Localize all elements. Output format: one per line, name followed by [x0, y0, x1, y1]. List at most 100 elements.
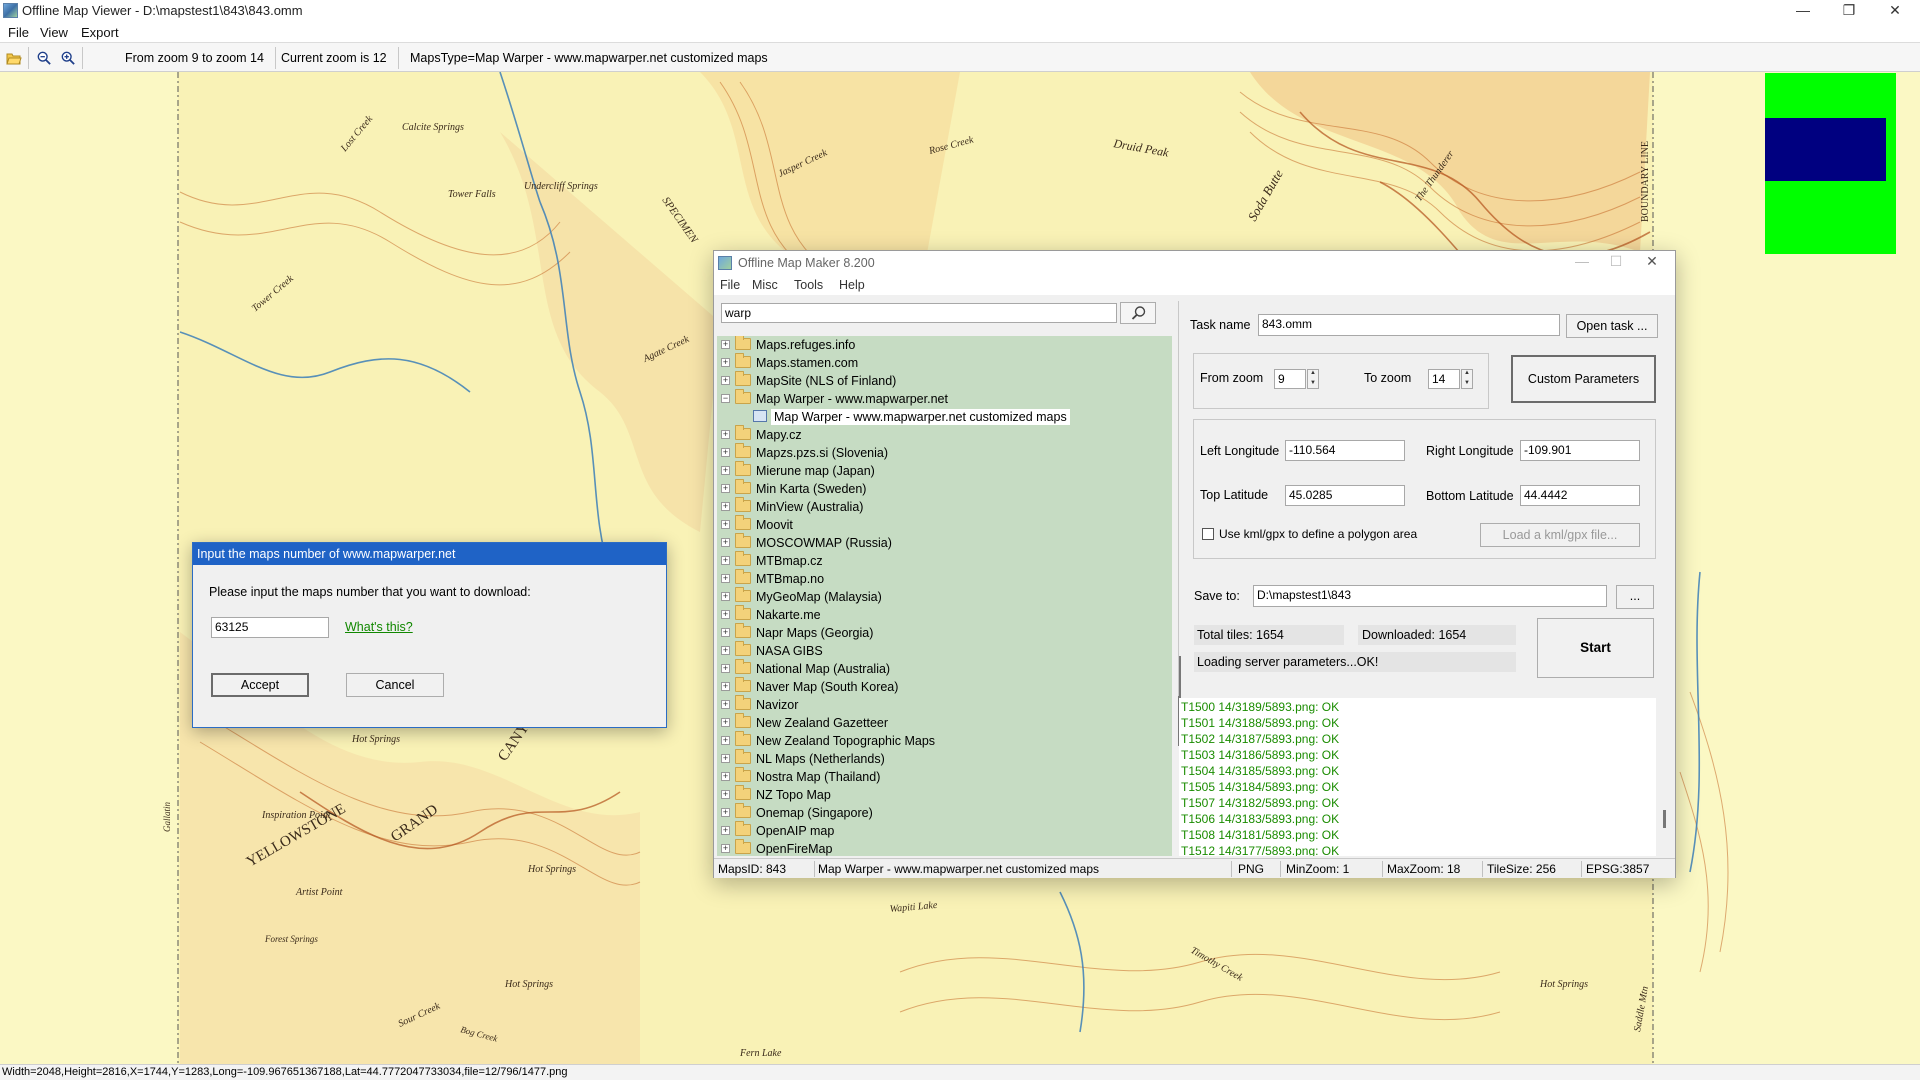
minimize-button[interactable]: — [1780, 0, 1826, 22]
tree-item[interactable]: + Onemap (Singapore) [717, 803, 1172, 822]
expand-icon[interactable]: + [721, 376, 730, 385]
tree-item[interactable]: + New Zealand Topographic Maps [717, 731, 1172, 750]
tree-item[interactable]: + New Zealand Gazetteer [717, 713, 1172, 732]
expand-icon[interactable]: + [721, 664, 730, 673]
tree-item-label[interactable]: New Zealand Gazetteer [756, 716, 888, 730]
tree-item-label[interactable]: New Zealand Topographic Maps [756, 734, 935, 748]
tree-item-label[interactable]: National Map (Australia) [756, 662, 890, 676]
tree-item[interactable]: + Mapzs.pzs.si (Slovenia) [717, 443, 1172, 462]
tree-item-label[interactable]: Map Warper - www.mapwarper.net [756, 392, 948, 406]
cancel-button[interactable]: Cancel [346, 673, 444, 697]
tree-item[interactable]: + NASA GIBS [717, 641, 1172, 660]
to-zoom-spinner[interactable] [1461, 369, 1473, 389]
tree-item[interactable]: + NL Maps (Netherlands) [717, 749, 1172, 768]
zoom-in-icon[interactable] [60, 51, 76, 65]
log-scroll-thumb[interactable] [1663, 810, 1666, 828]
top-latitude-input[interactable]: 45.0285 [1285, 485, 1405, 506]
expand-icon[interactable]: + [721, 772, 730, 781]
tree-item-label[interactable]: MOSCOWMAP (Russia) [756, 536, 892, 550]
search-button[interactable] [1120, 302, 1156, 324]
tree-item[interactable]: + MinView (Australia) [717, 497, 1172, 516]
left-longitude-input[interactable]: -110.564 [1285, 440, 1405, 461]
close-button[interactable]: ✕ [1872, 0, 1918, 22]
maps-search-input[interactable]: warp [721, 303, 1117, 323]
tree-item-label[interactable]: MTBmap.cz [756, 554, 823, 568]
open-folder-icon[interactable] [6, 51, 22, 65]
tree-item[interactable]: + Maps.refuges.info [717, 336, 1172, 354]
tree-item[interactable]: + Navizor [717, 695, 1172, 714]
tree-item-label[interactable]: Moovit [756, 518, 793, 532]
expand-icon[interactable]: + [721, 430, 730, 439]
tree-item-label[interactable]: MyGeoMap (Malaysia) [756, 590, 882, 604]
omm-menu-tools[interactable]: Tools [794, 278, 823, 292]
tree-item-label[interactable]: Mapzs.pzs.si (Slovenia) [756, 446, 888, 460]
tree-item[interactable]: + National Map (Australia) [717, 659, 1172, 678]
menu-file[interactable]: File [8, 25, 29, 40]
custom-parameters-button[interactable]: Custom Parameters [1511, 355, 1656, 403]
tree-item[interactable]: + Moovit [717, 515, 1172, 534]
tree-item-label[interactable]: NZ Topo Map [756, 788, 831, 802]
zoom-out-icon[interactable] [36, 51, 52, 65]
accept-button[interactable]: Accept [211, 673, 309, 697]
browse-button[interactable]: ... [1616, 585, 1654, 609]
from-zoom-input[interactable]: 9 [1274, 369, 1306, 389]
expand-icon[interactable]: + [721, 502, 730, 511]
log-scrollbar[interactable] [1656, 698, 1673, 856]
menu-export[interactable]: Export [81, 25, 119, 40]
kml-checkbox[interactable] [1202, 528, 1214, 540]
bottom-latitude-input[interactable]: 44.4442 [1520, 485, 1640, 506]
tree-item-label[interactable]: Nostra Map (Thailand) [756, 770, 880, 784]
expand-icon[interactable]: + [721, 826, 730, 835]
tree-item-label[interactable]: Onemap (Singapore) [756, 806, 873, 820]
tree-item-label[interactable]: Nakarte.me [756, 608, 821, 622]
to-zoom-input[interactable]: 14 [1428, 369, 1460, 389]
tree-item-label[interactable]: NASA GIBS [756, 644, 823, 658]
expand-icon[interactable]: + [721, 808, 730, 817]
tree-item[interactable]: + MOSCOWMAP (Russia) [717, 533, 1172, 552]
menu-view[interactable]: View [40, 25, 68, 40]
tree-item[interactable]: + Napr Maps (Georgia) [717, 623, 1172, 642]
tree-item[interactable]: + Nakarte.me [717, 605, 1172, 624]
save-to-input[interactable]: D:\mapstest1\843 [1253, 585, 1607, 607]
tree-item[interactable]: + MapSite (NLS of Finland) [717, 371, 1172, 390]
task-name-input[interactable]: 843.omm [1258, 314, 1560, 336]
tree-item[interactable]: + MTBmap.no [717, 569, 1172, 588]
tree-item-label[interactable]: Maps.stamen.com [756, 356, 858, 370]
expand-icon[interactable]: + [721, 358, 730, 367]
overview-minimap[interactable] [1765, 73, 1896, 254]
omm-menu-help[interactable]: Help [839, 278, 865, 292]
omm-close-button[interactable]: ✕ [1632, 253, 1672, 273]
tree-item[interactable]: Map Warper - www.mapwarper.net customize… [717, 408, 1172, 426]
tree-item-label[interactable]: Naver Map (South Korea) [756, 680, 898, 694]
omm-maximize-button[interactable]: ☐ [1596, 253, 1636, 273]
tree-item-label[interactable]: Navizor [756, 698, 798, 712]
tree-item[interactable]: + NZ Topo Map [717, 785, 1172, 804]
collapse-icon[interactable]: − [721, 394, 730, 403]
tree-item-label[interactable]: NL Maps (Netherlands) [756, 752, 885, 766]
tree-item[interactable]: + OpenFireMap [717, 839, 1172, 856]
whats-this-link[interactable]: What's this? [345, 620, 413, 634]
maps-number-input[interactable]: 63125 [211, 617, 329, 638]
expand-icon[interactable]: + [721, 628, 730, 637]
expand-icon[interactable]: + [721, 466, 730, 475]
expand-icon[interactable]: + [721, 700, 730, 709]
tree-item[interactable]: + MTBmap.cz [717, 551, 1172, 570]
tree-item-label[interactable]: Maps.refuges.info [756, 338, 855, 352]
tree-item[interactable]: + Min Karta (Sweden) [717, 479, 1172, 498]
tree-item-label[interactable]: OpenFireMap [756, 842, 832, 856]
start-button[interactable]: Start [1537, 618, 1654, 678]
expand-icon[interactable]: + [721, 592, 730, 601]
expand-icon[interactable]: + [721, 574, 730, 583]
expand-icon[interactable]: + [721, 448, 730, 457]
download-log[interactable]: T1500 14/3189/5893.png: OK T1501 14/3188/… [1179, 698, 1656, 856]
tree-item[interactable]: + Nostra Map (Thailand) [717, 767, 1172, 786]
tree-item[interactable]: + Mapy.cz [717, 425, 1172, 444]
tree-item[interactable]: + MyGeoMap (Malaysia) [717, 587, 1172, 606]
restore-button[interactable]: ❐ [1826, 0, 1872, 22]
right-longitude-input[interactable]: -109.901 [1520, 440, 1640, 461]
tree-item-label[interactable]: MinView (Australia) [756, 500, 863, 514]
from-zoom-spinner[interactable] [1307, 369, 1319, 389]
expand-icon[interactable]: + [721, 790, 730, 799]
tree-item-label[interactable]: Min Karta (Sweden) [756, 482, 866, 496]
overview-viewport[interactable] [1765, 118, 1886, 181]
